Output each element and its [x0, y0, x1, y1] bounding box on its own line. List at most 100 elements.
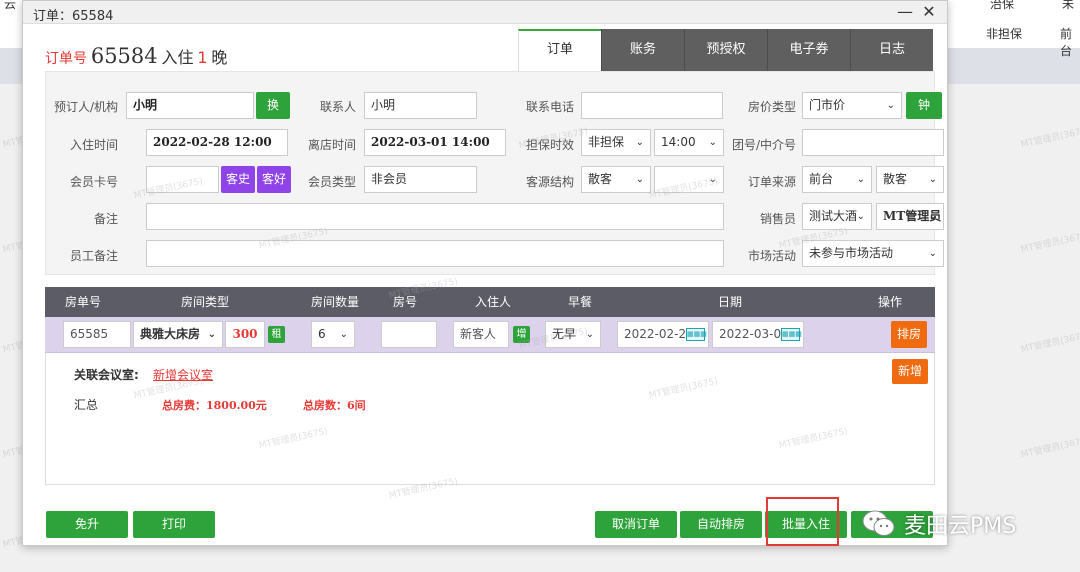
chevron-down-icon: ⌄: [928, 174, 937, 185]
guest-history-button[interactable]: 客史: [221, 166, 255, 193]
phone-input[interactable]: [581, 92, 723, 119]
meeting-room-label: 关联会议室:: [74, 368, 139, 382]
remark-label: 备注: [93, 212, 118, 226]
room-price-input[interactable]: 300: [225, 321, 265, 348]
auto-arrange-button[interactable]: 自动排房: [680, 511, 762, 538]
swap-booker-button[interactable]: 换: [256, 92, 290, 119]
breakfast-select[interactable]: 无早 ⌄: [545, 321, 601, 348]
watermark: MT管理员(3675): [1020, 125, 1080, 151]
staff-remark-label: 员工备注: [69, 249, 118, 263]
column-breakfast: 早餐: [567, 295, 592, 309]
minimize-icon[interactable]: —: [895, 2, 915, 21]
chevron-down-icon: ⌄: [585, 329, 594, 340]
room-type-select[interactable]: 典雅大床房 ⌄: [133, 321, 223, 348]
salesperson-dept-select[interactable]: 测试大酒 ⌄: [802, 203, 872, 230]
add-guest-button[interactable]: 增: [513, 326, 530, 343]
cancel-order-button[interactable]: 取消订单: [595, 511, 677, 538]
tab-log[interactable]: 日志: [850, 29, 933, 71]
background-cell-source: 前台: [1060, 27, 1073, 58]
tab-preauth[interactable]: 预授权: [684, 29, 767, 71]
background-text: 治保: [990, 0, 1015, 11]
table-row: 65585 典雅大床房 ⌄ 300 租 6 ⌄ 新客人 增 无早 ⌄ 2022-…: [45, 317, 935, 353]
dialog-titlebar: 订单：65584 — ✕: [23, 1, 947, 24]
order-headline: 订单号 65584 入住 1 晚: [45, 44, 227, 68]
tab-accounts[interactable]: 账务: [601, 29, 684, 71]
chevron-down-icon: ⌄: [886, 100, 895, 111]
guest-source-sub-select[interactable]: ⌄: [654, 166, 724, 193]
member-type-label: 会员类型: [307, 175, 356, 189]
headline-night-text: 晚: [211, 48, 228, 67]
background-cell-guarantee: 非担保: [986, 27, 1023, 41]
order-number: 65584: [90, 44, 158, 68]
brand-watermark: 麦田云PMS: [862, 506, 1016, 542]
campaign-label: 市场活动: [747, 249, 796, 263]
free-upgrade-button[interactable]: 免升: [46, 511, 128, 538]
group-number-input[interactable]: [802, 129, 944, 156]
brand-text: 麦田云PMS: [904, 514, 1017, 539]
chevron-down-icon: ⌄: [856, 174, 865, 185]
member-card-input[interactable]: [146, 166, 219, 193]
rate-type-value: 门市价: [809, 98, 846, 112]
room-type-value: 典雅大床房: [140, 327, 201, 341]
salesperson-dept-value: 测试大酒: [809, 209, 858, 223]
guest-preferences-button[interactable]: 客好: [257, 166, 291, 193]
guarantee-select[interactable]: 非担保 ⌄: [581, 129, 651, 156]
order-source-sub-select[interactable]: 散客 ⌄: [876, 166, 944, 193]
guarantee-value: 非担保: [588, 135, 625, 149]
member-card-label: 会员卡号: [69, 175, 118, 189]
rent-button[interactable]: 租: [268, 326, 285, 343]
close-icon[interactable]: ✕: [919, 2, 939, 21]
guest-source-value: 散客: [588, 172, 613, 186]
tab-bar: 订单 账务 预授权 电子券 日志: [518, 29, 933, 71]
remark-input[interactable]: [146, 203, 724, 230]
background-text: 云: [4, 0, 17, 11]
order-source-select[interactable]: 前台 ⌄: [802, 166, 872, 193]
room-number-input[interactable]: [381, 321, 437, 348]
add-meeting-room-link[interactable]: 新增会议室: [153, 366, 213, 383]
guest-name-input[interactable]: 新客人: [453, 321, 509, 348]
column-actions: 操作: [877, 295, 902, 309]
room-quantity-select[interactable]: 6 ⌄: [311, 321, 355, 348]
guarantee-time-select[interactable]: 14:00 ⌄: [654, 129, 724, 156]
calendar-icon[interactable]: ▦▦▦: [686, 328, 707, 341]
order-form: 预订人/机构 小明 换 联系人 小明 联系电话 房价类型 门市价 ⌄ 钟 入住时…: [45, 71, 944, 275]
total-room-fee: 总房费：1800.00元: [162, 399, 267, 412]
group-number-label: 团号/中介号: [731, 138, 796, 152]
staff-remark-input[interactable]: [146, 240, 724, 267]
guarantee-time-value: 14:00: [661, 135, 696, 149]
campaign-value: 未参与市场活动: [809, 246, 894, 260]
checkin-time-input[interactable]: 2022-02-28 12:00: [146, 129, 288, 156]
print-button[interactable]: 打印: [133, 511, 215, 538]
column-room-count: 房间数量: [310, 295, 359, 309]
tab-ecoupon[interactable]: 电子券: [767, 29, 850, 71]
checkin-time-label: 入住时间: [69, 138, 118, 152]
rate-type-select[interactable]: 门市价 ⌄: [802, 92, 902, 119]
breakfast-value: 无早: [552, 327, 577, 341]
booker-input[interactable]: 小明: [126, 92, 254, 119]
add-row-button[interactable]: 新增: [892, 359, 928, 384]
member-type-input[interactable]: 非会员: [364, 166, 477, 193]
room-grid-header: 房单号 房间类型 房间数量 房号 入住人 早餐 日期 操作: [45, 287, 935, 317]
calendar-icon[interactable]: ▦▦▦: [781, 328, 802, 341]
contact-input[interactable]: 小明: [364, 92, 477, 119]
salesperson-select[interactable]: MT管理员 ⌄: [876, 203, 944, 230]
watermark: MT管理员(3675): [1020, 230, 1080, 256]
arrange-room-button[interactable]: 排房: [891, 321, 927, 348]
phone-label: 联系电话: [525, 100, 574, 114]
campaign-select[interactable]: 未参与市场活动 ⌄: [802, 240, 944, 267]
order-source-value: 前台: [809, 172, 834, 186]
booker-label: 预订人/机构: [54, 100, 119, 114]
column-room-type: 房间类型: [180, 295, 229, 309]
summary-label: 汇总: [74, 398, 99, 412]
checkout-time-input[interactable]: 2022-03-01 14:00: [364, 129, 506, 156]
room-order-number: 65585: [63, 321, 131, 348]
checkout-time-label: 离店时间: [307, 138, 356, 152]
chevron-down-icon: ⌄: [635, 174, 644, 185]
total-room-count: 总房数：6间: [303, 399, 366, 412]
contact-label: 联系人: [319, 100, 356, 114]
tab-order[interactable]: 订单: [518, 29, 601, 71]
hourly-rate-button[interactable]: 钟: [906, 92, 942, 119]
column-guest: 入住人: [474, 295, 511, 309]
order-dialog: 订单：65584 — ✕ 订单号 65584 入住 1 晚 订单 账务 预授权 …: [22, 0, 948, 546]
guest-source-select[interactable]: 散客 ⌄: [581, 166, 651, 193]
